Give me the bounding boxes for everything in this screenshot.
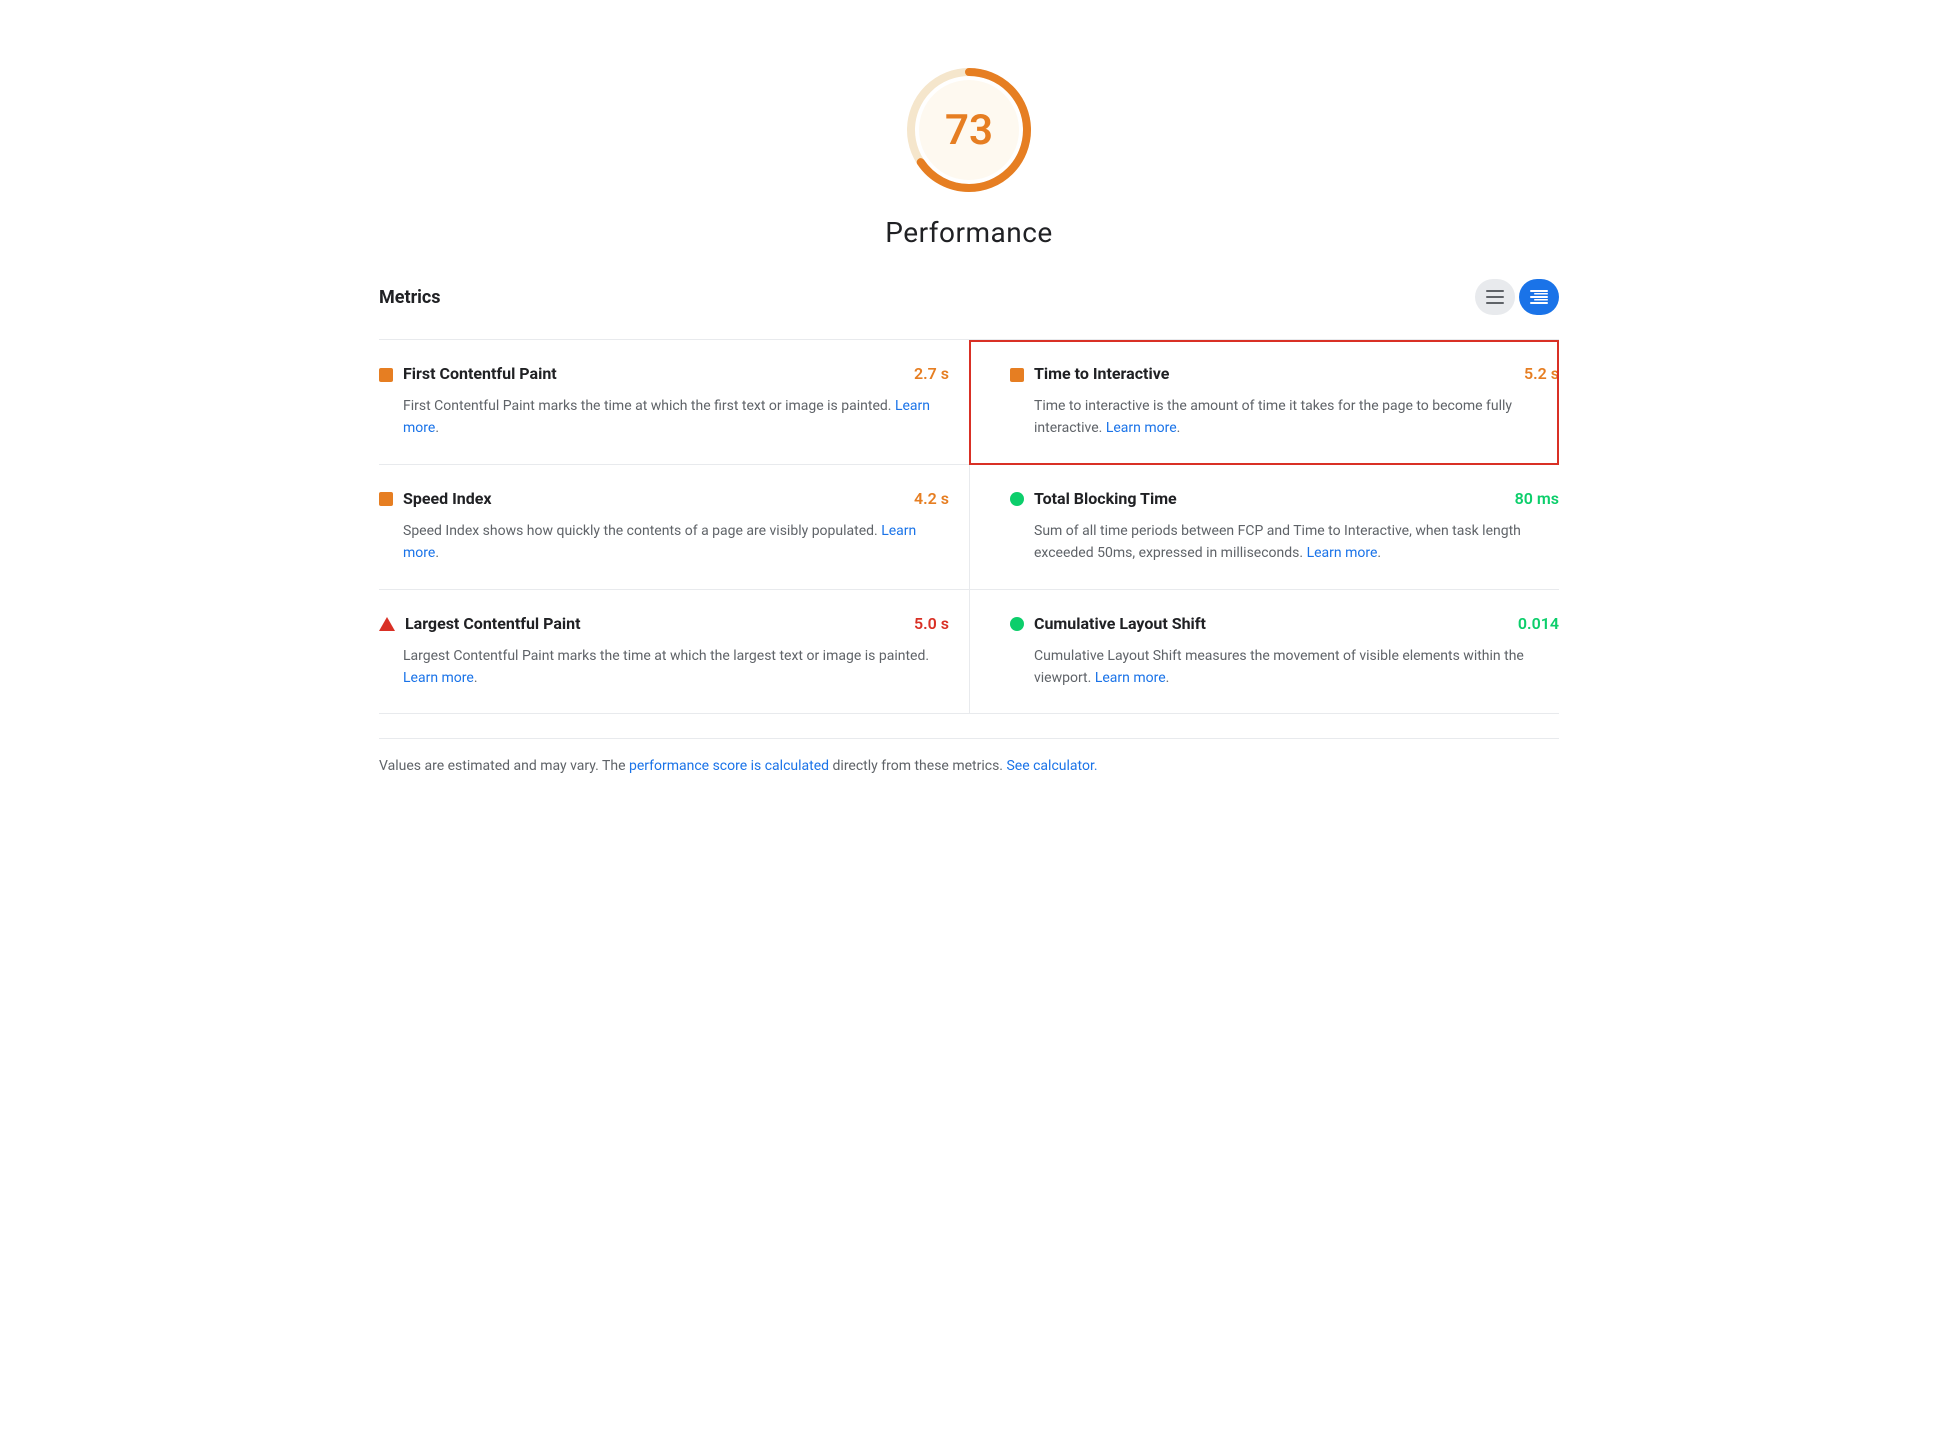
metric-description-fcp: First Contentful Paint marks the time at… [403, 395, 949, 440]
metric-name-lcp: Largest Contentful Paint [405, 614, 581, 633]
metric-value-si: 4.2 s [914, 489, 949, 508]
metric-header-lcp: Largest Contentful Paint 5.0 s [379, 614, 949, 633]
orange-square-icon [379, 368, 393, 382]
metric-description-si: Speed Index shows how quickly the conten… [403, 520, 949, 565]
metric-header-fcp: First Contentful Paint 2.7 s [379, 364, 949, 383]
learn-more-link-tbt[interactable]: Learn more [1307, 545, 1378, 561]
metric-value-tti: 5.2 s [1524, 364, 1559, 383]
footer-prefix: Values are estimated and may vary. The [379, 758, 629, 774]
metric-title-row-tti: Time to Interactive [1010, 364, 1169, 383]
metric-item-tbt: Total Blocking Time 80 ms Sum of all tim… [969, 465, 1559, 590]
footer-middle: directly from these metrics. [829, 758, 1006, 774]
metrics-grid: First Contentful Paint 2.7 s First Conte… [379, 339, 1559, 714]
metric-header-cls: Cumulative Layout Shift 0.014 [1010, 614, 1559, 633]
metric-name-tbt: Total Blocking Time [1034, 489, 1177, 508]
metric-name-si: Speed Index [403, 489, 492, 508]
metric-item-fcp: First Contentful Paint 2.7 s First Conte… [379, 340, 969, 465]
learn-more-link-lcp[interactable]: Learn more [403, 670, 474, 686]
score-value: 73 [945, 106, 993, 155]
metric-header-tti: Time to Interactive 5.2 s [1010, 364, 1559, 383]
metric-value-tbt: 80 ms [1515, 489, 1559, 508]
learn-more-link-tti[interactable]: Learn more [1106, 420, 1177, 436]
metric-item-tti: Time to Interactive 5.2 s Time to intera… [969, 340, 1559, 465]
metrics-title: Metrics [379, 287, 441, 308]
metric-title-row-si: Speed Index [379, 489, 492, 508]
learn-more-link-cls[interactable]: Learn more [1095, 670, 1166, 686]
metric-item-lcp: Largest Contentful Paint 5.0 s Largest C… [379, 590, 969, 715]
metric-item-cls: Cumulative Layout Shift 0.014 Cumulative… [969, 590, 1559, 715]
footer-note: Values are estimated and may vary. The p… [379, 738, 1559, 777]
metric-title-row-lcp: Largest Contentful Paint [379, 614, 581, 633]
footer-link2[interactable]: See calculator. [1006, 758, 1097, 774]
metric-name-fcp: First Contentful Paint [403, 364, 557, 383]
footer-link1[interactable]: performance score is calculated [629, 758, 829, 774]
score-label: Performance [885, 216, 1052, 249]
metric-description-cls: Cumulative Layout Shift measures the mov… [1034, 645, 1559, 690]
detail-view-button[interactable] [1519, 279, 1559, 315]
red-triangle-icon [379, 617, 395, 631]
metric-name-cls: Cumulative Layout Shift [1034, 614, 1206, 633]
metric-value-cls: 0.014 [1518, 614, 1559, 633]
metric-description-tti: Time to interactive is the amount of tim… [1034, 395, 1559, 440]
metric-header-si: Speed Index 4.2 s [379, 489, 949, 508]
metric-title-row-cls: Cumulative Layout Shift [1010, 614, 1206, 633]
green-circle-icon [1010, 617, 1024, 631]
learn-more-link-fcp[interactable]: Learn more [403, 398, 930, 436]
score-inner: 73 [919, 80, 1019, 180]
orange-square-icon [1010, 368, 1024, 382]
metric-value-fcp: 2.7 s [914, 364, 949, 383]
metric-item-si: Speed Index 4.2 s Speed Index shows how … [379, 465, 969, 590]
green-circle-icon [1010, 492, 1024, 506]
orange-square-icon [379, 492, 393, 506]
metric-value-lcp: 5.0 s [914, 614, 949, 633]
list-view-button[interactable] [1475, 279, 1515, 315]
metric-title-row-fcp: First Contentful Paint [379, 364, 557, 383]
metric-name-tti: Time to Interactive [1034, 364, 1169, 383]
score-section: 73 Performance [379, 40, 1559, 249]
metric-description-lcp: Largest Contentful Paint marks the time … [403, 645, 949, 690]
metrics-header: Metrics [379, 279, 1559, 323]
view-buttons [1475, 279, 1559, 315]
metric-header-tbt: Total Blocking Time 80 ms [1010, 489, 1559, 508]
metric-title-row-tbt: Total Blocking Time [1010, 489, 1177, 508]
score-circle: 73 [899, 60, 1039, 200]
learn-more-link-si[interactable]: Learn more [403, 523, 916, 561]
metric-description-tbt: Sum of all time periods between FCP and … [1034, 520, 1559, 565]
